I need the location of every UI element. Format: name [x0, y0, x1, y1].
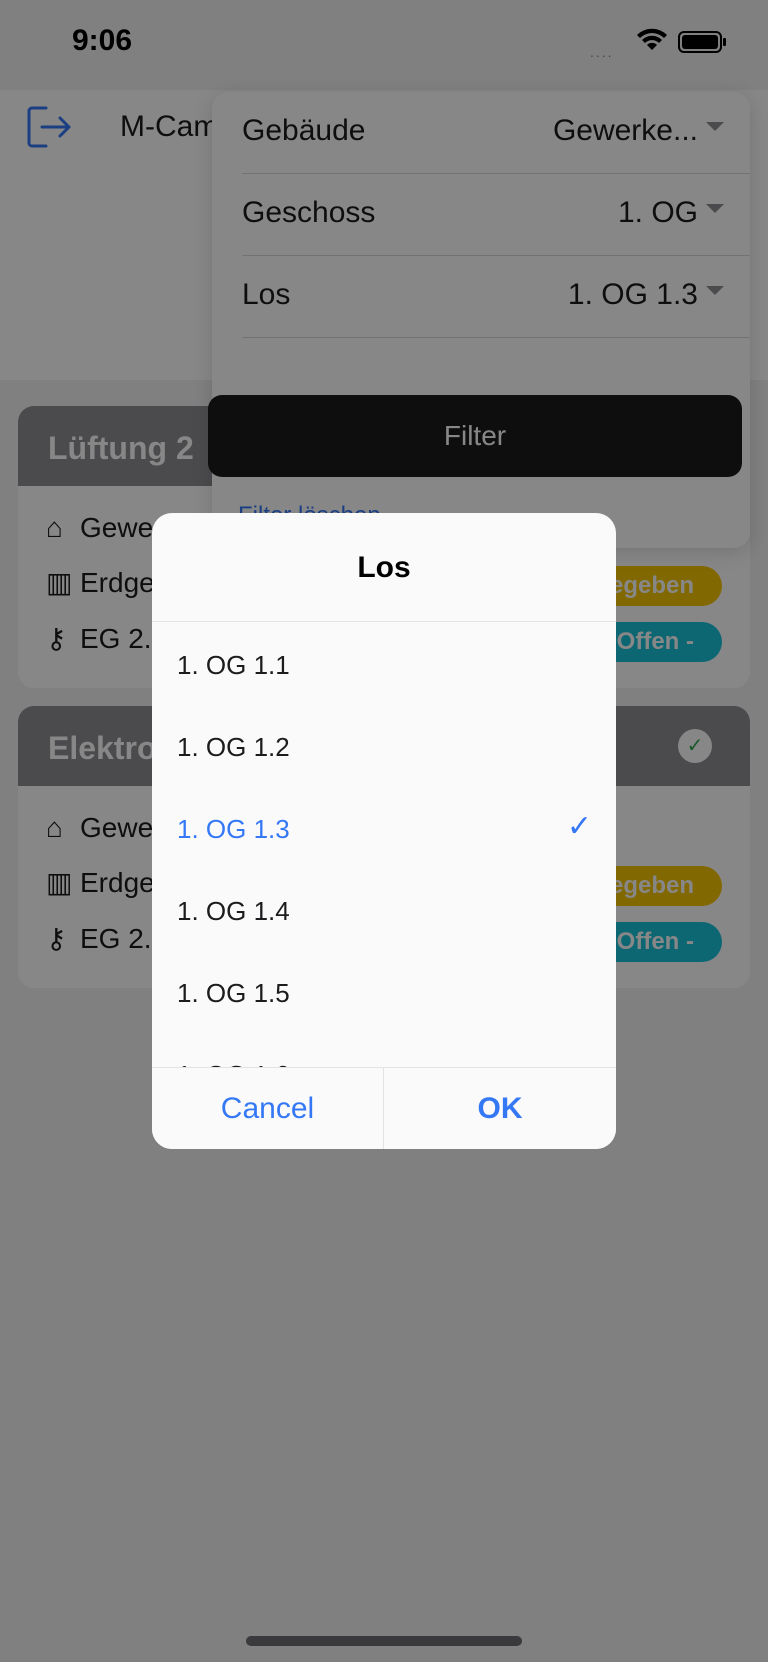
- checkmark-icon: ✓: [566, 810, 592, 843]
- option-label: 1. OG 1.1: [177, 650, 290, 680]
- option-label: 1. OG 1.4: [177, 896, 290, 926]
- option-label: 1. OG 1.3: [177, 814, 290, 844]
- option-item-selected[interactable]: 1. OG 1.3 ✓: [152, 787, 616, 869]
- cancel-button[interactable]: Cancel: [152, 1068, 384, 1149]
- option-item[interactable]: 1. OG 1.1: [152, 623, 616, 705]
- dialog-title: Los: [152, 513, 616, 622]
- dialog-actions: Cancel OK: [152, 1067, 616, 1149]
- option-item[interactable]: 1. OG 1.2: [152, 705, 616, 787]
- ok-button[interactable]: OK: [384, 1068, 616, 1149]
- option-item[interactable]: 1. OG 1.4: [152, 869, 616, 951]
- los-picker-dialog: Los 1. OG 1.1 1. OG 1.2 1. OG 1.3 ✓ 1. O…: [152, 513, 616, 1149]
- home-indicator[interactable]: [246, 1636, 522, 1646]
- option-label: 1. OG 1.2: [177, 732, 290, 762]
- option-label: 1. OG 1.5: [177, 978, 290, 1008]
- option-list[interactable]: 1. OG 1.1 1. OG 1.2 1. OG 1.3 ✓ 1. OG 1.…: [152, 623, 616, 1081]
- option-item[interactable]: 1. OG 1.5: [152, 951, 616, 1033]
